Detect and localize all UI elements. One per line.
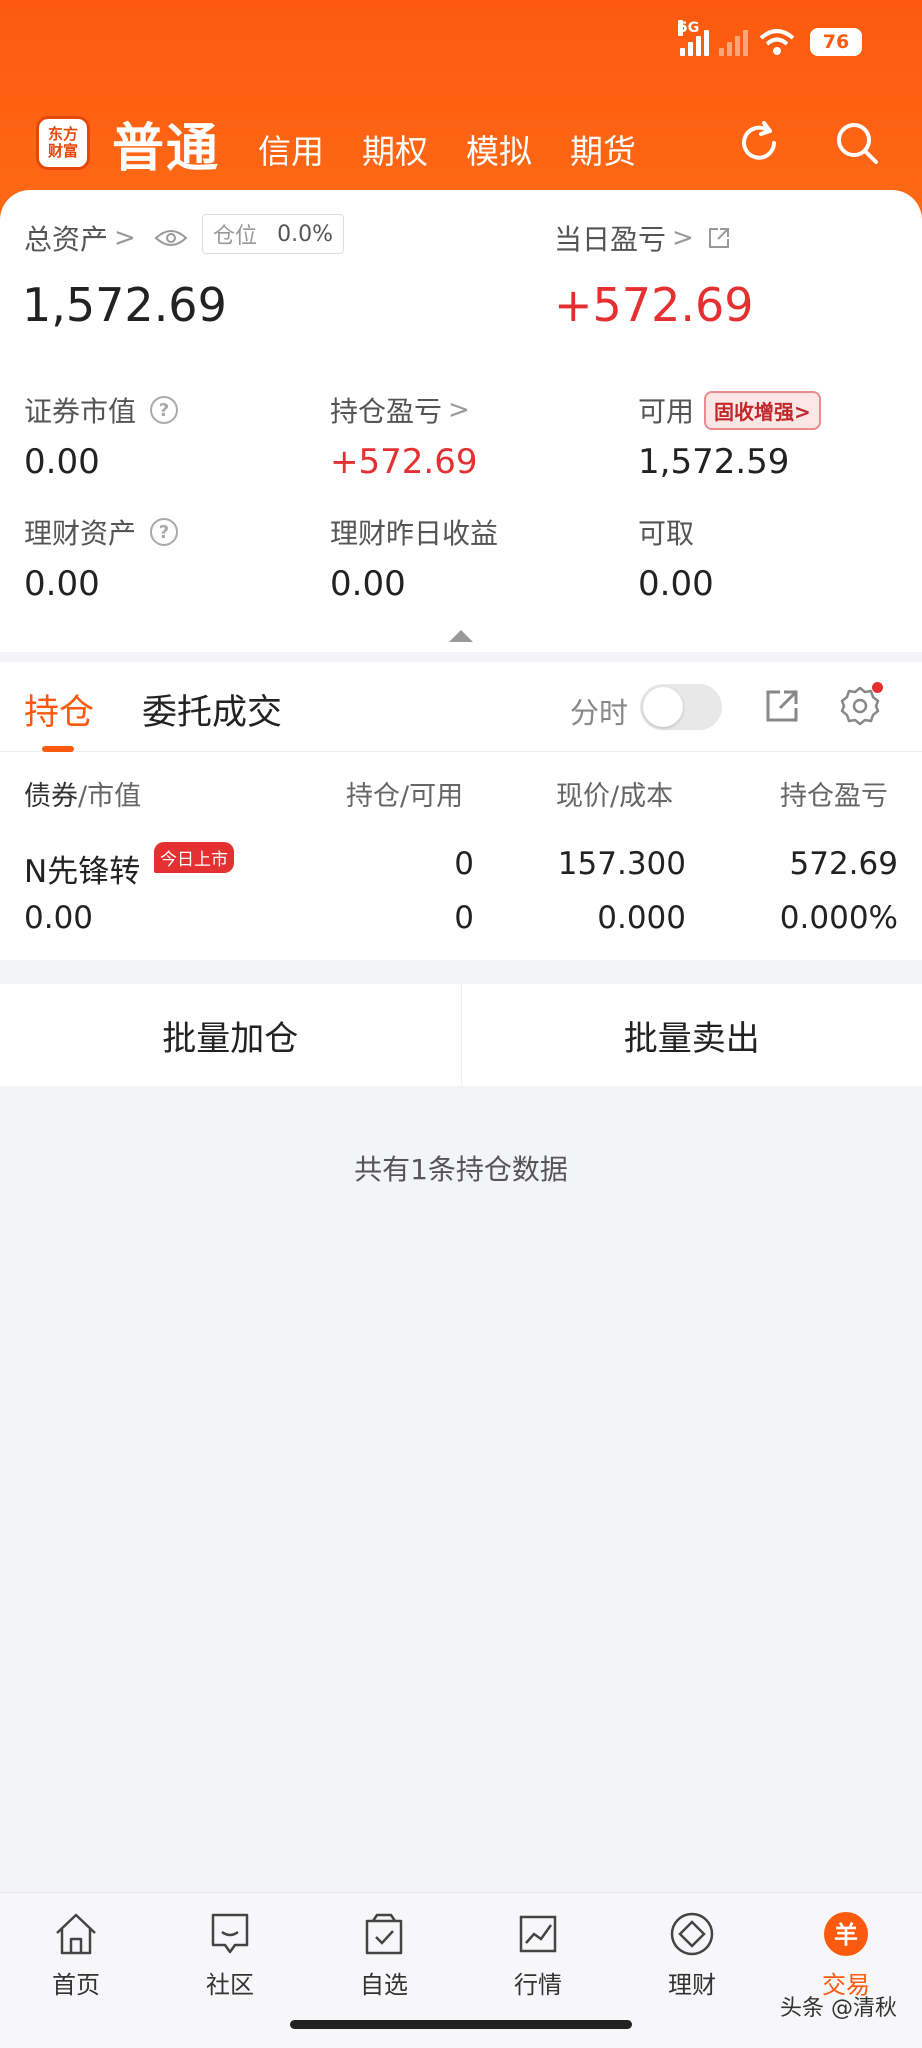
market-value: 0.00 bbox=[24, 900, 94, 936]
status-bar: 5G 76 bbox=[678, 20, 862, 62]
active-tab-indicator bbox=[42, 746, 74, 752]
tab-market[interactable]: 行情 bbox=[478, 1909, 598, 2000]
securities-value-label: 证券市值 ? bbox=[24, 390, 179, 430]
asset-summary-card: 总资产 > 仓位 0.0% 1,572.69 当日盈亏 > +572.69 证券… bbox=[0, 190, 922, 652]
total-assets-label[interactable]: 总资产 > bbox=[24, 218, 188, 258]
batch-add-button[interactable]: 批量加仓 bbox=[0, 984, 461, 1086]
holdings-panel: 持仓 委托成交 分时 债券/市值 持仓/可用 现价/成本 持仓盈亏 N先锋转 今… bbox=[0, 662, 922, 960]
withdrawable-value: 0.00 bbox=[638, 564, 714, 604]
share-icon[interactable] bbox=[762, 686, 802, 726]
wealth-yesterday-value: 0.00 bbox=[330, 564, 406, 604]
col-qty: 持仓/可用 bbox=[346, 781, 464, 812]
security-name: N先锋转 bbox=[24, 854, 141, 890]
refresh-icon[interactable] bbox=[734, 118, 784, 168]
tab-futures[interactable]: 期货 bbox=[570, 125, 636, 173]
intraday-toggle-label: 分时 bbox=[570, 696, 629, 730]
account-type-nav: 东方 财富 普通 信用 期权 模拟 期货 bbox=[36, 106, 882, 181]
cellular-signal-icon: 5G bbox=[678, 20, 709, 56]
tab-home[interactable]: 首页 bbox=[16, 1909, 136, 2000]
notification-dot bbox=[872, 682, 883, 693]
cellular-signal-2-icon bbox=[719, 28, 748, 56]
available-value: 1,572.59 bbox=[638, 442, 790, 482]
chevron-right-icon: > bbox=[448, 395, 470, 425]
trend-chart-icon bbox=[519, 1915, 557, 1953]
wifi-icon bbox=[759, 29, 795, 55]
wealth-assets-label: 理财资产 ? bbox=[24, 512, 179, 552]
holdings-count-note: 共有1条持仓数据 bbox=[354, 1153, 568, 1186]
battery-indicator: 76 bbox=[810, 28, 862, 56]
batch-sell-button[interactable]: 批量卖出 bbox=[462, 984, 922, 1086]
chat-bubble-icon bbox=[211, 1913, 249, 1954]
home-icon bbox=[56, 1913, 96, 1955]
row-pnl-pct: 0.000% bbox=[779, 900, 898, 936]
holding-pnl-value: +572.69 bbox=[330, 442, 478, 482]
watchlist-icon bbox=[365, 1913, 403, 1955]
tab-normal[interactable]: 普通 bbox=[112, 106, 220, 181]
tab-trade[interactable]: 羊 交易 bbox=[786, 1909, 906, 2000]
wealth-yesterday-label: 理财昨日收益 bbox=[330, 517, 499, 550]
withdrawable-label: 可取 bbox=[638, 517, 695, 550]
tab-simulated[interactable]: 模拟 bbox=[466, 125, 532, 173]
securities-value: 0.00 bbox=[24, 442, 100, 482]
app-logo: 东方 财富 bbox=[36, 116, 90, 170]
network-type: 5G bbox=[678, 20, 700, 36]
daily-pnl-label[interactable]: 当日盈亏 > bbox=[554, 218, 732, 258]
collapse-arrow-icon[interactable] bbox=[449, 630, 473, 642]
eye-icon[interactable] bbox=[154, 227, 188, 249]
position-ratio-chip: 仓位 0.0% bbox=[202, 214, 344, 254]
svg-text:羊: 羊 bbox=[834, 1921, 858, 1949]
holding-pnl-label[interactable]: 持仓盈亏 > bbox=[330, 390, 470, 430]
tab-orders-trades[interactable]: 委托成交 bbox=[142, 684, 282, 735]
chevron-right-icon: > bbox=[114, 223, 136, 253]
available-label: 可用 固收增强> bbox=[638, 390, 821, 430]
tab-options[interactable]: 期权 bbox=[362, 125, 428, 173]
holding-qty: 0 bbox=[454, 846, 474, 882]
wealth-assets-value: 0.00 bbox=[24, 564, 100, 604]
tab-credit[interactable]: 信用 bbox=[258, 125, 324, 173]
cost-price: 0.000 bbox=[597, 900, 686, 936]
chevron-right-icon: > bbox=[672, 223, 694, 253]
batch-actions: 批量加仓 批量卖出 bbox=[0, 984, 922, 1086]
help-icon[interactable]: ? bbox=[150, 518, 179, 546]
tab-wealth[interactable]: 理财 bbox=[632, 1909, 752, 2000]
fixed-income-promo-badge[interactable]: 固收增强> bbox=[704, 390, 821, 430]
tab-community[interactable]: 社区 bbox=[170, 1909, 290, 2000]
total-assets-value: 1,572.69 bbox=[22, 278, 227, 332]
external-link-icon[interactable] bbox=[706, 225, 732, 251]
help-icon[interactable]: ? bbox=[150, 396, 179, 424]
col-pnl: 持仓盈亏 bbox=[780, 781, 888, 812]
tab-watchlist[interactable]: 自选 bbox=[324, 1909, 444, 2000]
tab-positions[interactable]: 持仓 bbox=[24, 684, 94, 735]
listed-today-badge: 今日上市 bbox=[154, 842, 234, 873]
daily-pnl-value: +572.69 bbox=[554, 278, 754, 332]
trade-icon: 羊 bbox=[824, 1912, 868, 1956]
current-price: 157.300 bbox=[557, 846, 686, 882]
row-pnl: 572.69 bbox=[789, 846, 898, 882]
diamond-icon bbox=[670, 1912, 714, 1956]
intraday-toggle[interactable] bbox=[640, 684, 722, 730]
holdings-tabs: 持仓 委托成交 分时 bbox=[0, 662, 922, 752]
col-price-cost: 现价/成本 bbox=[556, 781, 674, 812]
search-icon[interactable] bbox=[832, 118, 882, 168]
home-indicator[interactable] bbox=[290, 2020, 632, 2029]
col-bond-value: 债券/市值 bbox=[24, 781, 142, 812]
available-qty: 0 bbox=[454, 900, 474, 936]
watermark: 头条 @清秋 bbox=[780, 1996, 897, 2021]
